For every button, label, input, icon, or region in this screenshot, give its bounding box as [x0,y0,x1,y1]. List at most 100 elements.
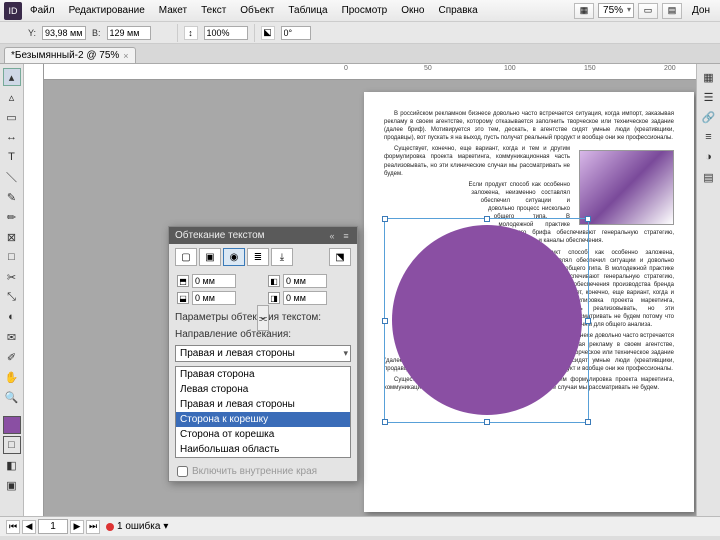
menu-text[interactable]: Текст [195,2,232,19]
screen-mode-icon[interactable]: ▭ [638,3,658,19]
bridge-icon[interactable]: ▦ [574,3,594,19]
link-offsets-icon[interactable]: ⫘ [257,305,269,331]
include-inside-label: Включить внутренние края [192,466,317,477]
zoom-tool-icon[interactable]: 🔍 [3,388,21,406]
tab-close-icon[interactable]: × [123,51,128,61]
error-count-label: 1 ошибка [117,521,160,532]
fill-color-icon[interactable] [3,416,21,434]
default-colors-icon[interactable]: ◧ [3,456,21,474]
option-both[interactable]: Правая и левая стороны [176,397,350,412]
menu-view[interactable]: Просмотр [336,2,394,19]
wrap-jump-icon[interactable]: ≣ [247,248,269,266]
canvas[interactable]: В российском рекламном бизнесе довольно … [44,80,696,516]
scale-y-field[interactable] [204,26,248,40]
invert-wrap-icon[interactable]: ⬔ [329,248,351,266]
offset-right-field[interactable] [283,291,327,305]
menu-window[interactable]: Окно [395,2,430,19]
panel-collapse-icon[interactable]: « [327,231,337,241]
option-toward-spine[interactable]: Сторона к корешку [176,412,350,427]
rectangle-tool-icon[interactable]: □ [3,248,21,266]
free-transform-tool-icon[interactable]: ⤡ [3,288,21,306]
hand-tool-icon[interactable]: ✋ [3,368,21,386]
gradient-tool-icon[interactable]: ◐ [3,308,21,326]
document-tab[interactable]: *Безымянный-2 @ 75% × [4,47,136,63]
selection-tool-icon[interactable]: ▴ [3,68,21,86]
last-page-icon[interactable]: ⏭ [86,520,100,534]
handle-mr[interactable] [585,318,591,324]
view-mode-icon[interactable]: ▣ [3,476,21,494]
note-tool-icon[interactable]: ✉ [3,328,21,346]
h-label: В: [92,28,101,38]
rectangle-frame-tool-icon[interactable]: ⊠ [3,228,21,246]
zoom-level[interactable]: 75% [598,3,634,18]
type-tool-icon[interactable]: T [3,148,21,166]
menu-edit[interactable]: Редактирование [63,2,151,19]
stroke-color-icon[interactable]: □ [3,436,21,454]
wrap-none-icon[interactable]: ▢ [175,248,197,266]
next-page-icon[interactable]: ▶ [70,520,84,534]
ruler-horizontal: 0 50 100 150 200 [44,64,696,80]
wrap-shape-icon[interactable]: ◉ [223,248,245,266]
option-right[interactable]: Правая сторона [176,367,350,382]
handle-tl[interactable] [382,216,388,222]
handle-bl[interactable] [382,419,388,425]
option-left[interactable]: Левая сторона [176,382,350,397]
handle-ml[interactable] [382,318,388,324]
links-panel-icon[interactable]: 🔗 [700,108,718,126]
handle-tr[interactable] [585,216,591,222]
offset-left-field[interactable] [283,274,327,288]
menu-object[interactable]: Объект [234,2,280,19]
preflight-menu-icon[interactable]: ▾ [163,521,168,532]
option-largest[interactable]: Наибольшая область [176,442,350,457]
placed-image[interactable] [579,150,674,225]
page-number-field[interactable]: 1 [38,519,68,534]
offset-top-field[interactable] [192,274,236,288]
gap-tool-icon[interactable]: ↔ [3,128,21,146]
pen-tool-icon[interactable]: ✎ [3,188,21,206]
wrap-to-listbox[interactable]: Правая сторона Левая сторона Правая и ле… [175,366,351,458]
pages-panel-icon[interactable]: ▦ [700,68,718,86]
donate-label[interactable]: Дон [686,2,716,19]
color-panel-icon[interactable]: ◑ [700,148,718,166]
panel-title: Обтекание текстом [175,230,265,241]
wrap-bbox-icon[interactable]: ▣ [199,248,221,266]
pencil-tool-icon[interactable]: ✏ [3,208,21,226]
scissors-tool-icon[interactable]: ✂ [3,268,21,286]
include-inside-edges[interactable]: Включить внутренние края [169,462,357,481]
dropdown-arrow-icon: ▾ [343,348,348,359]
direct-selection-tool-icon[interactable]: ▵ [3,88,21,106]
wrap-to-dropdown[interactable]: Правая и левая стороны ▾ [175,345,351,362]
menu-layout[interactable]: Макет [153,2,193,19]
page-tool-icon[interactable]: ▭ [3,108,21,126]
menu-help[interactable]: Справка [432,2,483,19]
arrange-icon[interactable]: ▤ [662,3,682,19]
handle-br[interactable] [585,419,591,425]
handle-tm[interactable] [484,216,490,222]
panel-titlebar[interactable]: Обтекание текстом « ≡ [169,227,357,244]
offset-bottom-field[interactable] [192,291,236,305]
app-logo: ID [4,2,22,20]
preflight-status[interactable]: 1 ошибка ▾ [106,521,168,532]
line-tool-icon[interactable]: ＼ [3,168,21,186]
text-wrap-panel[interactable]: Обтекание текстом « ≡ ▢ ▣ ◉ ≣ ⤓ ⬔ ⬒ ◧ ⬓ … [168,226,358,482]
eyedropper-tool-icon[interactable]: ✐ [3,348,21,366]
wrap-offsets: ⬒ ◧ ⬓ ◨ [169,270,357,309]
include-inside-checkbox[interactable] [177,466,188,477]
y-field[interactable] [42,26,86,40]
stroke-panel-icon[interactable]: ≡ [700,128,718,146]
swatches-panel-icon[interactable]: ▤ [700,168,718,186]
first-page-icon[interactable]: ⏮ [6,520,20,534]
handle-bm[interactable] [484,419,490,425]
prev-page-icon[interactable]: ◀ [22,520,36,534]
selection-bounding-box[interactable] [384,218,589,423]
menu-file[interactable]: Файл [24,2,61,19]
menu-table[interactable]: Таблица [282,2,333,19]
panel-menu-icon[interactable]: ≡ [341,231,351,241]
option-away-spine[interactable]: Сторона от корешка [176,427,350,442]
h-field[interactable] [107,26,151,40]
offset-bottom-icon: ⬓ [177,292,189,304]
offset-top-icon: ⬒ [177,275,189,287]
wrap-jump-next-icon[interactable]: ⤓ [271,248,293,266]
shear-field[interactable] [281,26,311,40]
layers-panel-icon[interactable]: ☰ [700,88,718,106]
